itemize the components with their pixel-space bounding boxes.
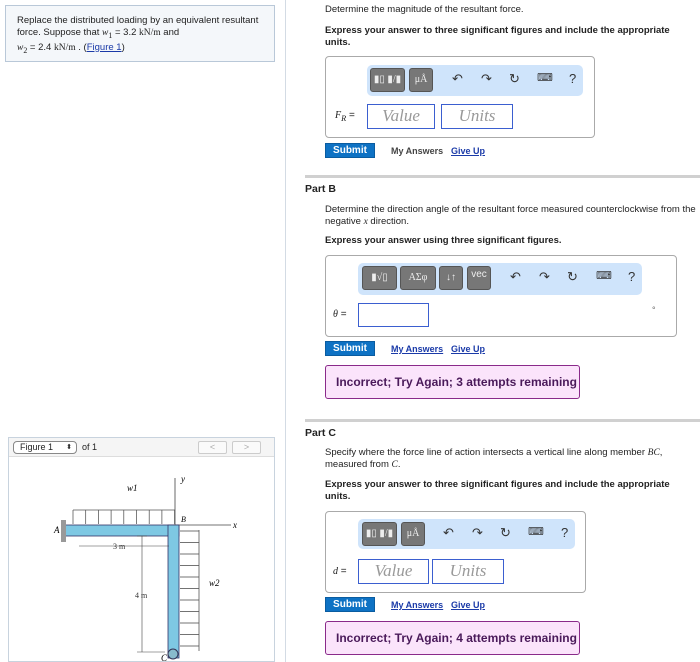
- part-b-give-up[interactable]: Give Up: [451, 343, 485, 355]
- part-c-feedback: Incorrect; Try Again; 4 attempts remaini…: [325, 621, 580, 655]
- reset-icon[interactable]: ↻: [567, 269, 578, 285]
- d-units-input[interactable]: Units: [432, 559, 504, 584]
- select-arrows-icon: ⬍: [66, 444, 72, 451]
- beam-ab: [64, 524, 180, 537]
- help-button[interactable]: ?: [569, 71, 576, 86]
- wall-support-a: [61, 520, 66, 542]
- d-value-input[interactable]: Value: [358, 559, 429, 584]
- label-c: C: [161, 653, 168, 662]
- label-y: y: [180, 474, 185, 484]
- part-a-give-up[interactable]: Give Up: [451, 145, 485, 157]
- label-3m: 3 m: [113, 542, 126, 551]
- w1-unit: kN/m: [139, 28, 161, 38]
- fr-value-input[interactable]: Value: [367, 104, 435, 129]
- divider-c: [305, 419, 700, 422]
- next-figure-button[interactable]: >: [232, 441, 261, 454]
- label-a: A: [53, 525, 60, 535]
- d-label: d =: [333, 566, 347, 577]
- units-button[interactable]: μÅ: [401, 522, 425, 546]
- reset-icon[interactable]: ↻: [509, 71, 520, 87]
- divider-b: [305, 175, 700, 178]
- undo-icon[interactable]: ↶: [452, 71, 463, 87]
- figure-select[interactable]: Figure 1 ⬍: [13, 441, 77, 454]
- label-x: x: [232, 520, 237, 530]
- figure-link[interactable]: Figure 1: [87, 42, 122, 53]
- part-c-give-up[interactable]: Give Up: [451, 599, 485, 611]
- help-button[interactable]: ?: [628, 269, 635, 284]
- part-b-question: Determine the direction angle of the res…: [325, 204, 696, 227]
- figure-panel: Figure 1 ⬍ of 1 < > w1 w2 y x A B C 3 m 4…: [8, 437, 275, 662]
- undo-icon[interactable]: ↶: [443, 525, 454, 541]
- part-b-submit-button[interactable]: Submit: [325, 341, 375, 356]
- beam-bc: [167, 524, 180, 659]
- pin-support-c: [167, 648, 179, 660]
- degree-symbol: °: [652, 305, 656, 315]
- arrows-button[interactable]: ↓↑: [439, 266, 463, 290]
- w2-load-arrows: [180, 530, 199, 647]
- reset-icon[interactable]: ↻: [500, 525, 511, 541]
- keyboard-icon[interactable]: ⌨: [596, 269, 612, 282]
- figure-select-value: Figure 1: [20, 442, 54, 452]
- label-w2: w2: [209, 578, 220, 588]
- w2-value: = 2.4: [27, 41, 54, 53]
- theta-input[interactable]: [358, 303, 429, 327]
- and-text: and: [160, 27, 180, 38]
- part-b-feedback: Incorrect; Try Again; 3 attempts remaini…: [325, 365, 580, 399]
- figure-header: Figure 1 ⬍ of 1 < >: [9, 438, 274, 457]
- templates-button[interactable]: ▮√▯: [362, 266, 397, 290]
- label-w1: w1: [127, 483, 138, 493]
- part-c-toolbar: ▮▯ ▮/▮ μÅ ↶ ↷ ↻ ⌨ ?: [358, 519, 575, 549]
- help-button[interactable]: ?: [561, 525, 568, 540]
- w1-value: = 3.2: [112, 27, 140, 38]
- greek-button[interactable]: ΑΣφ: [400, 266, 436, 290]
- fr-label: FR =: [335, 110, 355, 123]
- part-b-my-answers[interactable]: My Answers: [391, 343, 443, 355]
- label-4m: 4 m: [135, 591, 148, 600]
- templates-button[interactable]: ▮▯ ▮/▮: [370, 68, 405, 92]
- redo-icon[interactable]: ↷: [481, 71, 492, 87]
- part-c-submit-button[interactable]: Submit: [325, 597, 375, 612]
- part-a-instructions: Express your answer to three significant…: [325, 25, 670, 48]
- part-b-instructions: Express your answer using three signific…: [325, 235, 562, 246]
- keyboard-icon[interactable]: ⌨: [537, 71, 553, 84]
- part-b-title: Part B: [305, 183, 336, 195]
- undo-icon[interactable]: ↶: [510, 269, 521, 285]
- part-a-toolbar: ▮▯ ▮/▮ μÅ ↶ ↷ ↻ ⌨ ?: [367, 65, 583, 96]
- figure-count: of 1: [82, 442, 98, 452]
- w2-unit: kN/m: [53, 42, 76, 53]
- part-a-question: Determine the magnitude of the resultant…: [325, 4, 524, 15]
- theta-label: θ =: [333, 309, 347, 320]
- part-a-my-answers[interactable]: My Answers: [391, 145, 443, 157]
- problem-statement: Replace the distributed loading by an eq…: [5, 5, 275, 62]
- part-c-title: Part C: [305, 427, 336, 439]
- fr-units-input[interactable]: Units: [441, 104, 513, 129]
- label-b: B: [181, 515, 186, 524]
- units-button[interactable]: μÅ: [409, 68, 433, 92]
- redo-icon[interactable]: ↷: [472, 525, 483, 541]
- part-c-my-answers[interactable]: My Answers: [391, 599, 443, 611]
- part-a-submit-button[interactable]: Submit: [325, 143, 375, 158]
- vec-button[interactable]: vec: [467, 266, 491, 290]
- figure-diagram: w1 w2 y x A B C 3 m 4 m: [53, 474, 237, 662]
- keyboard-icon[interactable]: ⌨: [528, 525, 544, 538]
- redo-icon[interactable]: ↷: [539, 269, 550, 285]
- part-b-toolbar: ▮√▯ ΑΣφ ↓↑ vec ↶ ↷ ↻ ⌨ ?: [358, 263, 642, 295]
- part-c-question: Specify where the force line of action i…: [325, 447, 663, 470]
- templates-button[interactable]: ▮▯ ▮/▮: [362, 522, 397, 546]
- prev-figure-button[interactable]: <: [198, 441, 227, 454]
- part-c-instructions: Express your answer to three significant…: [325, 479, 670, 502]
- w1-load-arrows: [72, 510, 175, 524]
